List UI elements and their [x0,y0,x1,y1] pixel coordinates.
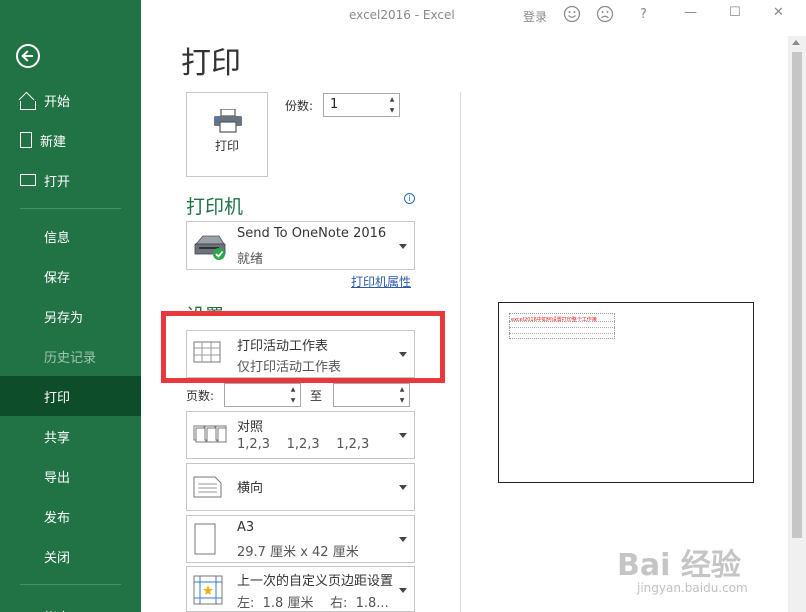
orientation-dropdown[interactable]: 横向 [186,463,415,511]
sidebar-item-account[interactable]: 帐户 [0,596,141,612]
sidebar-item-label: 新建 [40,134,67,150]
smile-feedback-icon[interactable] [563,5,581,27]
sidebar-item-info[interactable]: 信息 [0,216,141,256]
copies-label: 份数: [285,99,314,113]
orientation-label: 横向 [237,481,264,496]
paper-size-label: A3 [237,520,255,535]
sidebar-item-label: 另存为 [44,310,84,326]
sidebar-item-close[interactable]: 关闭 [0,536,141,576]
baidu-watermark: Bai 经验 jingyan.baidu.com [617,540,782,606]
spin-down-icon[interactable]: ▼ [395,395,409,406]
sidebar-item-label: 开始 [44,94,71,110]
frown-feedback-icon[interactable] [596,5,614,27]
sidebar-item-label: 关闭 [44,550,71,566]
sidebar-item-label: 共享 [44,430,71,446]
collate-sub: 1,2,3 1,2,3 1,2,3 [237,437,370,452]
sidebar-item-share[interactable]: 共享 [0,416,141,456]
preview-cell-text: excel2016中如何设置打印整个工作簿 [511,317,597,323]
sidebar-item-save[interactable]: 保存 [0,256,141,296]
collate-label: 对照 [237,420,264,435]
restore-button[interactable]: ☐ [729,5,741,20]
sidebar-item-open[interactable]: 打开 [0,160,141,200]
spin-down-icon[interactable]: ▼ [385,105,399,116]
print-preview-page: excel2016中如何设置打印整个工作簿 [498,302,754,483]
home-icon [20,100,36,110]
sidebar-item-publish[interactable]: 发布 [0,496,141,536]
panel-separator [460,92,461,612]
print-button-label: 打印 [214,139,239,153]
printer-name: Send To OneNote 2016 [237,226,387,241]
watermark-url: jingyan.baidu.com [637,581,748,595]
printer-ready-icon [194,235,226,260]
pages-to-label: 至 [310,389,323,403]
sidebar-item-home[interactable]: 开始 [0,80,141,120]
preview-gridline [509,327,615,328]
spin-up-icon[interactable]: ▲ [385,94,399,105]
sidebar-item-label: 信息 [44,230,71,246]
paper-size-icon [194,523,216,555]
pages-label: 页数: [186,389,215,403]
sidebar-divider [20,208,121,209]
printer-dropdown[interactable]: Send To OneNote 2016 就绪 [186,221,415,270]
scroll-thumb[interactable] [792,52,802,538]
help-button[interactable]: ? [640,7,647,22]
vertical-scrollbar[interactable] [788,36,806,612]
sidebar-item-label: 发布 [44,510,71,526]
printer-properties-link[interactable]: 打印机属性 [351,273,411,290]
chevron-down-icon [399,433,407,438]
back-arrow-icon[interactable] [16,44,40,68]
printer-section-header: 打印机 [186,196,244,218]
close-button[interactable]: ✕ [773,5,784,20]
sidebar-item-label: 导出 [44,470,71,486]
watermark-logo: Bai 经验 [617,548,741,583]
sidebar-item-label: 帐户 [44,607,70,612]
sidebar-item-label: 打开 [44,174,71,190]
margins-icon [193,575,223,605]
print-button[interactable]: 打印 [186,92,268,177]
chevron-down-icon [399,537,407,542]
pages-to-stepper[interactable]: ▲ ▼ [333,383,410,407]
landscape-icon [193,476,222,498]
copies-value: 1 [330,97,339,112]
margins-sub: 左: 1.8 厘米 右: 1.8... [237,596,389,611]
sidebar-item-label: 打印 [44,390,71,406]
collate-icon [193,425,227,443]
sidebar-divider [20,584,121,585]
minimize-button[interactable]: — [684,5,697,20]
sidebar-item-label: 历史记录 [44,350,97,366]
scroll-up-icon[interactable] [792,40,800,45]
sidebar-item-history: 历史记录 [0,336,141,376]
printer-status: 就绪 [237,252,264,267]
page-title: 打印 [181,46,241,81]
pages-from-stepper[interactable]: ▲ ▼ [224,383,301,407]
collate-dropdown[interactable]: 对照 1,2,3 1,2,3 1,2,3 [186,411,415,459]
spin-up-icon[interactable]: ▲ [395,384,409,395]
sidebar-item-print[interactable]: 打印 [0,376,141,416]
sidebar-item-export[interactable]: 导出 [0,456,141,496]
chevron-down-icon [399,485,407,490]
annotation-highlight-box [161,311,445,383]
new-document-icon [20,132,32,148]
preview-gridline [509,333,615,334]
folder-open-icon [20,174,36,186]
backstage-sidebar: 开始 新建 打开 信息 保存 另存为 历史记录 打印 共享 导出 发布 关闭 帐… [0,0,141,612]
window-title: excel2016 - Excel [349,8,455,22]
chevron-down-icon [399,244,407,249]
printer-icon [214,109,242,133]
sidebar-item-save-as[interactable]: 另存为 [0,296,141,336]
spin-down-icon[interactable]: ▼ [286,395,300,406]
login-link[interactable]: 登录 [523,8,547,25]
margins-label: 上一次的自定义页边距设置 [237,574,394,589]
sidebar-item-new[interactable]: 新建 [0,120,141,160]
sidebar-item-label: 保存 [44,270,71,286]
spin-up-icon[interactable]: ▲ [286,384,300,395]
copies-stepper[interactable]: 1 ▲ ▼ [323,93,400,117]
paper-size-sub: 29.7 厘米 x 42 厘米 [237,545,359,560]
margins-dropdown[interactable]: 上一次的自定义页边距设置 左: 1.8 厘米 右: 1.8... [186,566,415,612]
info-icon[interactable]: i [404,193,415,204]
paper-size-dropdown[interactable]: A3 29.7 厘米 x 42 厘米 [186,515,415,563]
chevron-down-icon [399,588,407,593]
